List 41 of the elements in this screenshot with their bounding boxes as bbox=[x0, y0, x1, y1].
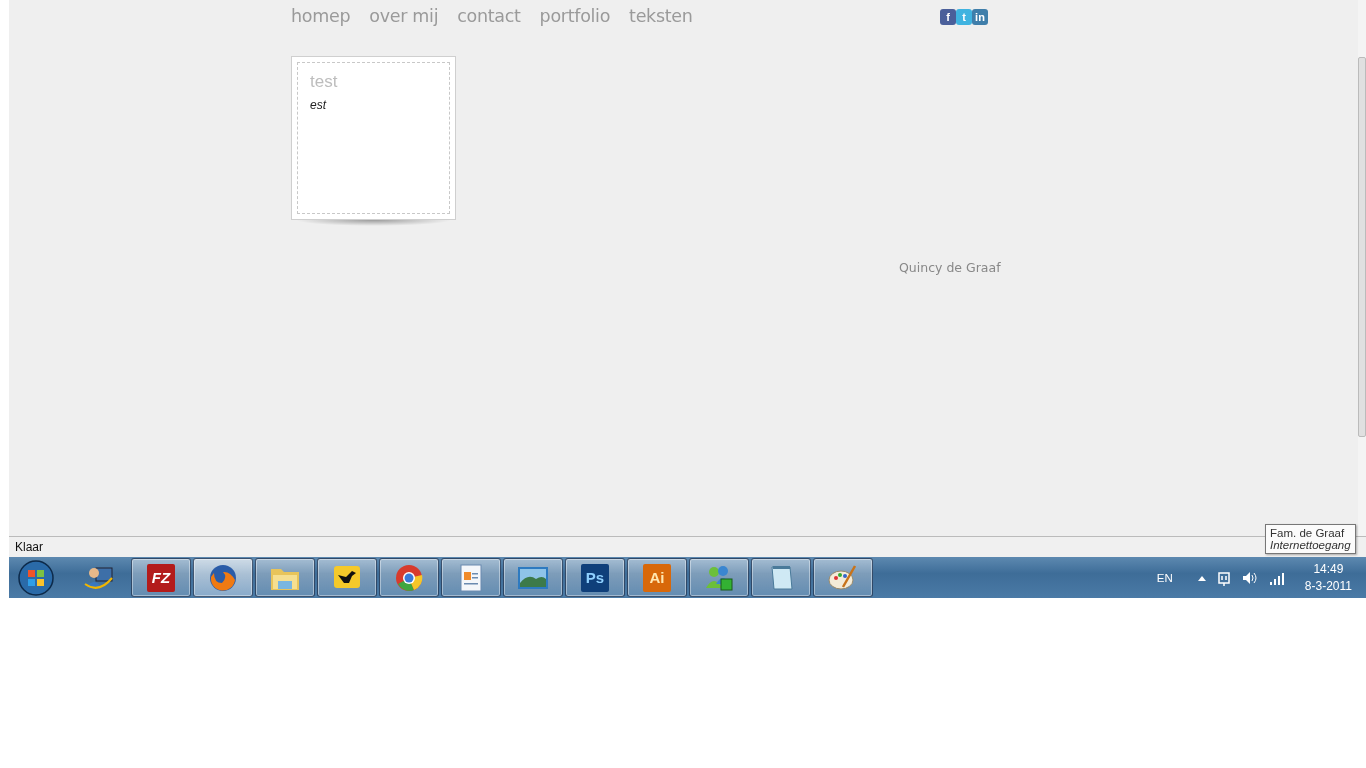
taskbar-app-button[interactable] bbox=[751, 558, 811, 597]
firefox-logo bbox=[208, 562, 238, 593]
taskbar-app-button[interactable] bbox=[813, 558, 873, 597]
nav-link[interactable]: homep bbox=[291, 6, 351, 26]
filezilla-logo: FZ bbox=[147, 563, 175, 592]
taskbar-app-button[interactable] bbox=[255, 558, 315, 597]
post-title: test bbox=[310, 72, 339, 92]
document-icon bbox=[458, 562, 484, 593]
two-people-icon bbox=[703, 563, 735, 592]
taskbar-app-button[interactable] bbox=[503, 558, 563, 597]
chrome-logo bbox=[394, 562, 424, 593]
illustrator-logo: Ai bbox=[643, 563, 671, 592]
clock-date: 8-3-2011 bbox=[1304, 577, 1352, 595]
taskbar-app-button[interactable] bbox=[317, 558, 377, 597]
clock-time: 14:49 bbox=[1313, 560, 1344, 578]
signal-bars-icon[interactable] bbox=[1268, 570, 1287, 585]
tooltip-subtitle: Internettoegang bbox=[1270, 539, 1351, 551]
status-text: Klaar bbox=[15, 540, 43, 554]
nav-link[interactable]: contact bbox=[457, 6, 521, 26]
clock[interactable]: 14:49 8-3-2011 bbox=[1304, 560, 1352, 595]
tooltip-title: Fam. de Graaf bbox=[1270, 527, 1346, 539]
social-icon[interactable]: t bbox=[956, 9, 972, 25]
social-icon[interactable]: in bbox=[972, 9, 988, 25]
post-text: est bbox=[310, 98, 328, 112]
author-name: Quincy de Graaf bbox=[899, 260, 1001, 275]
nav-link[interactable]: teksten bbox=[629, 6, 693, 26]
taskbar-app-button[interactable] bbox=[379, 558, 439, 597]
taskbar-app-button[interactable]: FZ bbox=[131, 558, 191, 597]
nav-link[interactable]: over mij bbox=[369, 6, 439, 26]
scrollbar-thumb[interactable] bbox=[1358, 57, 1366, 437]
nav-link[interactable]: portfolio bbox=[539, 6, 611, 26]
scrollbar[interactable] bbox=[1358, 0, 1366, 536]
photoshop-logo: Ps bbox=[581, 563, 609, 592]
taskbar-app-button[interactable] bbox=[689, 558, 749, 597]
taskbar-app-button[interactable] bbox=[193, 558, 253, 597]
taskbar-app-button[interactable] bbox=[441, 558, 501, 597]
language-indicator[interactable]: EN bbox=[1156, 571, 1173, 584]
taskbar-app-button[interactable]: Ps bbox=[565, 558, 625, 597]
landscape-photo-icon bbox=[516, 564, 550, 591]
taskbar-app-button[interactable]: Ai bbox=[627, 558, 687, 597]
social-icon[interactable]: f bbox=[940, 9, 956, 25]
